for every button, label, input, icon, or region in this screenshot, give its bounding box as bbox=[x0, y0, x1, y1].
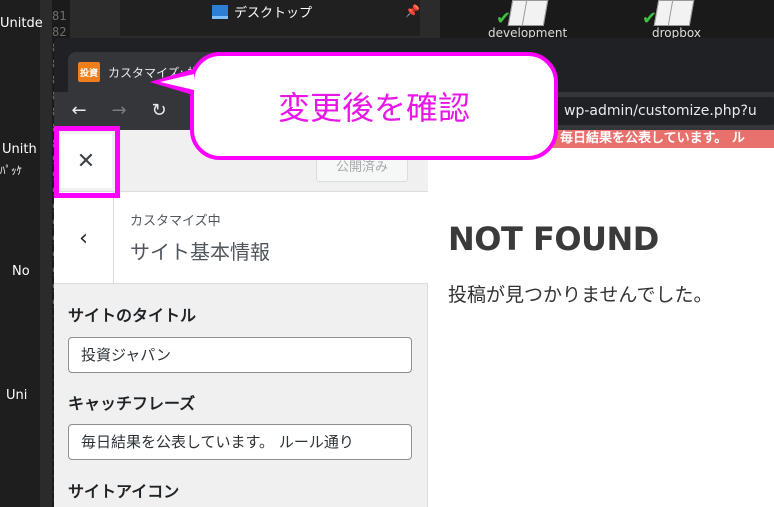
not-found-title: NOT FOUND bbox=[448, 220, 659, 258]
desktop-icon-label[interactable]: ﾊﾟｯｹ bbox=[0, 162, 22, 178]
site-title-label: サイトのタイトル bbox=[68, 306, 197, 325]
callout-pointer-fill bbox=[160, 74, 194, 90]
site-title-input[interactable]: 投資ジャパン bbox=[68, 337, 412, 373]
pin-icon[interactable]: 📌 bbox=[405, 4, 420, 18]
not-found-message: 投稿が見つかりませんでした。 bbox=[448, 284, 713, 306]
breadcrumb: カスタマイズ中 bbox=[130, 214, 221, 229]
close-button-highlight bbox=[54, 126, 120, 198]
desktop-icon-label[interactable]: Uni bbox=[6, 388, 27, 403]
desktop-icon-label[interactable]: Unith bbox=[2, 142, 37, 157]
tagline-input[interactable]: 毎日結果を公表しています。 ルール通り bbox=[68, 424, 412, 460]
folder-thumbnail[interactable]: ✔ bbox=[616, 0, 695, 29]
back-arrow-icon[interactable]: ← bbox=[68, 100, 90, 122]
forward-arrow-icon[interactable]: → bbox=[108, 100, 130, 122]
desktop-background bbox=[0, 0, 40, 507]
site-preview: 毎日結果を公表しています。 ル NOT FOUND 投稿が見つかりませんでした。 bbox=[428, 130, 774, 507]
section-back-button[interactable]: ‹ bbox=[54, 192, 114, 284]
tagline-label: キャッチフレーズ bbox=[68, 394, 196, 413]
site-icon-label: サイトアイコン bbox=[68, 482, 180, 501]
site-favicon: 投資 bbox=[78, 62, 100, 82]
section-header: ‹ カスタマイズ中 サイト基本情報 bbox=[54, 192, 428, 284]
annotation-callout: 変更後を確認 bbox=[190, 52, 558, 160]
monitor-icon bbox=[212, 4, 228, 19]
desktop-icon-label[interactable]: No bbox=[12, 264, 30, 279]
folder-thumbnail[interactable]: ✔ bbox=[470, 0, 549, 29]
chevron-left-icon: ‹ bbox=[79, 225, 88, 251]
quick-access-desktop[interactable]: デスクトップ bbox=[212, 2, 312, 21]
reload-icon[interactable]: ↻ bbox=[148, 100, 170, 122]
file-thumbnails: ✔ development ✔ dropbox bbox=[440, 0, 774, 40]
desktop-icon-label[interactable]: Unitde bbox=[0, 16, 43, 31]
section-title: サイト基本情報 bbox=[130, 240, 270, 264]
